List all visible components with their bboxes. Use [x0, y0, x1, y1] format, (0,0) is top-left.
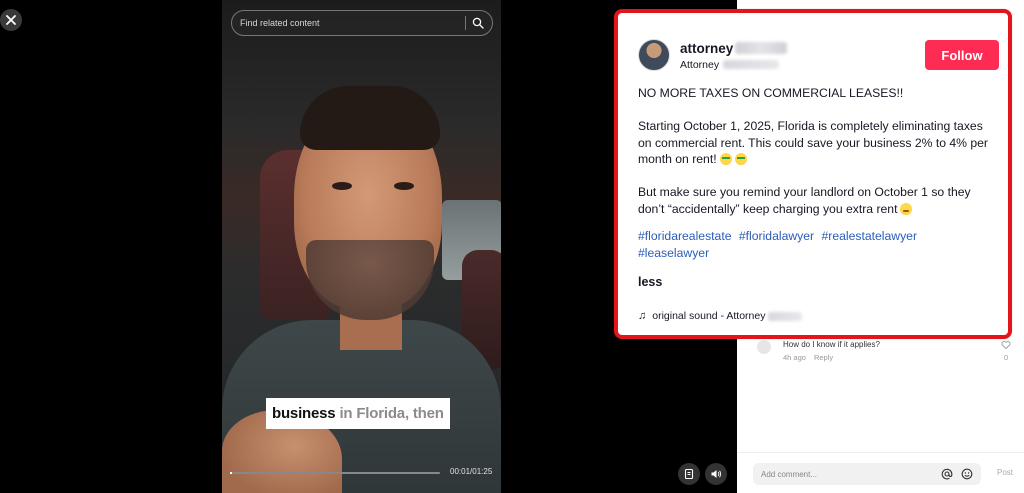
post-description-card: attorney Attorney Follow NO MORE TAXES O…: [614, 9, 1012, 339]
post-headline: NO MORE TAXES ON COMMERCIAL LEASES!!: [638, 86, 904, 100]
redacted-subtitle: [723, 60, 780, 69]
caption-rest: in Florida, then: [339, 405, 444, 422]
post-hashtags: #floridarealestate #floridalawyer #reale…: [638, 228, 998, 261]
video-time: 00:01/01:25: [450, 467, 493, 476]
post-paragraph-2-text: But make sure you remind your landlord o…: [638, 185, 971, 216]
search-icon[interactable]: [472, 17, 484, 29]
post-description: NO MORE TAXES ON COMMERCIAL LEASES!! Sta…: [638, 85, 998, 217]
post-paragraph-1-text: Starting October 1, 2025, Florida is com…: [638, 119, 988, 166]
at-icon: [941, 468, 953, 480]
collapse-description-button[interactable]: less: [638, 275, 662, 289]
hashtag-link[interactable]: #floridalawyer: [739, 229, 814, 243]
author-avatar[interactable]: [638, 39, 670, 71]
author-subtitle: Attorney: [680, 59, 780, 71]
comment-like-count: 0: [1004, 353, 1009, 362]
video-progress-fill: [230, 472, 233, 474]
post-comment-button[interactable]: Post: [997, 468, 1013, 477]
post-paragraph-1: Starting October 1, 2025, Florida is com…: [638, 118, 998, 168]
video-progress-bar[interactable]: [230, 472, 440, 474]
commenter-avatar[interactable]: [757, 340, 771, 354]
original-sound-link[interactable]: ♫ original sound - Attorney: [638, 310, 803, 322]
comment-reply-link[interactable]: Reply: [814, 353, 833, 362]
weary-face-emoji-icon: [900, 202, 913, 215]
comment-composer[interactable]: Add comment...: [753, 463, 981, 485]
mention-button[interactable]: [941, 468, 953, 480]
video-frame-hair: [300, 86, 440, 150]
smiley-icon: [961, 468, 973, 480]
author-username-text: attorney: [680, 41, 734, 56]
money-face-emoji-icon: [734, 153, 747, 165]
close-icon: [6, 15, 16, 25]
video-frame-eye-left: [332, 182, 352, 190]
redacted-sound-name: [768, 311, 803, 321]
hashtag-link[interactable]: #leaselawyer: [638, 246, 709, 260]
video-caption: business in Florida, then: [266, 398, 450, 429]
comment-text: How do I know if it applies?: [783, 340, 880, 349]
follow-button[interactable]: Follow: [925, 40, 999, 70]
money-face-emoji-icon: [719, 153, 732, 165]
caption-highlight-word: business: [272, 405, 336, 422]
document-icon: [684, 468, 694, 480]
hashtag-link[interactable]: #floridarealestate: [638, 229, 732, 243]
related-search-bar[interactable]: Find related content: [231, 10, 493, 36]
related-search-input[interactable]: Find related content: [240, 18, 465, 28]
author-subtitle-text: Attorney: [680, 59, 720, 71]
comment-time: 4h ago: [783, 353, 806, 362]
volume-icon: [711, 470, 722, 478]
music-note-icon: ♫: [638, 310, 647, 322]
comment-like-button[interactable]: [1001, 340, 1011, 352]
video-frame-eye-right: [394, 182, 414, 190]
volume-button[interactable]: [705, 463, 727, 485]
composer-divider: [737, 452, 1024, 453]
emoji-button[interactable]: [961, 468, 973, 480]
heart-icon: [1001, 341, 1011, 350]
post-paragraph-2: But make sure you remind your landlord o…: [638, 184, 998, 217]
video-viewer: Find related content business in Florida…: [0, 0, 1024, 493]
redacted-name: [735, 42, 788, 54]
comment-meta: 4h ago Reply: [783, 353, 833, 362]
sound-label: original sound - Attorney: [652, 310, 766, 322]
close-button[interactable]: [0, 9, 22, 31]
search-divider: [465, 16, 466, 30]
author-username[interactable]: attorney: [680, 41, 788, 56]
video-settings-button[interactable]: [678, 463, 700, 485]
comment-input[interactable]: Add comment...: [761, 470, 933, 479]
hashtag-link[interactable]: #realestatelawyer: [821, 229, 917, 243]
